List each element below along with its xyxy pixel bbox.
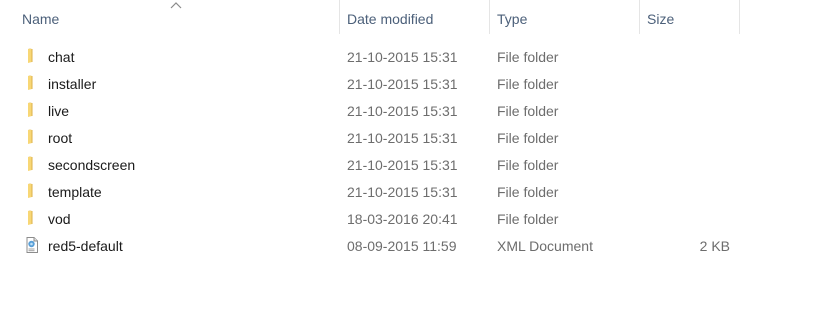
column-header-name[interactable]: Name <box>22 0 59 38</box>
folder-icon <box>28 75 33 90</box>
file-row[interactable]: vod 18-03-2016 20:41 File folder <box>0 206 815 233</box>
file-type: File folder <box>497 184 559 200</box>
file-type: XML Document <box>497 238 593 254</box>
file-row[interactable]: chat 21-10-2015 15:31 File folder <box>0 44 815 71</box>
sort-ascending-arrow-icon <box>170 2 182 9</box>
column-divider[interactable] <box>339 0 340 34</box>
folder-icon <box>28 156 33 171</box>
xml-document-icon <box>26 237 38 253</box>
file-size: 2 KB <box>699 238 730 254</box>
file-size <box>647 71 730 98</box>
file-size <box>647 206 730 233</box>
file-date-modified: 21-10-2015 15:31 <box>347 184 458 200</box>
file-size <box>647 44 730 71</box>
file-size <box>647 152 730 179</box>
folder-icon <box>28 210 33 225</box>
file-row[interactable]: template 21-10-2015 15:31 File folder <box>0 179 815 206</box>
file-date-modified: 21-10-2015 15:31 <box>347 103 458 119</box>
file-name: vod <box>48 211 71 227</box>
file-date-modified: 21-10-2015 15:31 <box>347 49 458 65</box>
file-size <box>647 125 730 152</box>
file-list: chat 21-10-2015 15:31 File folder instal… <box>0 44 815 260</box>
file-size <box>647 179 730 206</box>
file-row[interactable]: red5-default 08-09-2015 11:59 XML Docume… <box>0 233 815 260</box>
file-explorer-details-view: Name Date modified Type Size chat 21-10-… <box>0 0 815 331</box>
column-header-type[interactable]: Type <box>497 0 527 38</box>
file-name: red5-default <box>48 238 123 254</box>
folder-icon <box>28 102 33 117</box>
column-divider[interactable] <box>489 0 490 34</box>
file-type: File folder <box>497 130 559 146</box>
file-name: chat <box>48 49 75 65</box>
file-name: live <box>48 103 70 119</box>
file-row[interactable]: root 21-10-2015 15:31 File folder <box>0 125 815 152</box>
file-type: File folder <box>497 103 559 119</box>
file-date-modified: 21-10-2015 15:31 <box>347 157 458 173</box>
file-name: secondscreen <box>48 157 136 173</box>
file-type: File folder <box>497 157 559 173</box>
file-name: root <box>48 130 73 146</box>
column-header-date-modified[interactable]: Date modified <box>347 0 433 38</box>
column-header-bar: Name Date modified Type Size <box>0 0 815 38</box>
file-size <box>647 98 730 125</box>
file-type: File folder <box>497 49 559 65</box>
file-name: installer <box>48 76 97 92</box>
folder-icon <box>28 129 33 144</box>
file-date-modified: 18-03-2016 20:41 <box>347 211 458 227</box>
file-date-modified: 21-10-2015 15:31 <box>347 130 458 146</box>
column-divider[interactable] <box>739 0 740 34</box>
file-row[interactable]: secondscreen 21-10-2015 15:31 File folde… <box>0 152 815 179</box>
file-row[interactable]: installer 21-10-2015 15:31 File folder <box>0 71 815 98</box>
file-type: File folder <box>497 76 559 92</box>
file-date-modified: 08-09-2015 11:59 <box>347 238 457 254</box>
column-divider[interactable] <box>639 0 640 34</box>
column-header-size[interactable]: Size <box>647 0 674 38</box>
folder-icon <box>28 183 33 198</box>
file-type: File folder <box>497 211 559 227</box>
file-date-modified: 21-10-2015 15:31 <box>347 76 458 92</box>
file-name: template <box>48 184 102 200</box>
folder-icon <box>28 48 33 63</box>
file-row[interactable]: live 21-10-2015 15:31 File folder <box>0 98 815 125</box>
